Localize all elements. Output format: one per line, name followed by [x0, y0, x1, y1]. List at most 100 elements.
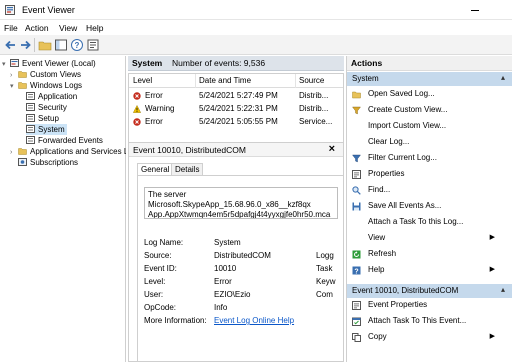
log-icon — [26, 114, 35, 122]
menu-file[interactable]: File — [4, 23, 18, 33]
filter-icon — [352, 154, 361, 163]
collapse-up-icon[interactable]: ▴ — [501, 73, 505, 82]
actions-section-system[interactable]: System ▴ — [347, 72, 512, 86]
general-tab-panel: The server Microsoft.SkypeApp_15.68.96.0… — [137, 175, 343, 362]
table-row[interactable]: Warning 5/24/2021 5:22:31 PM Distrib... — [129, 103, 343, 115]
action-find[interactable]: Find... — [347, 184, 512, 197]
prop-value: Error — [214, 277, 232, 286]
folder-icon — [18, 71, 27, 78]
minimize-button[interactable] — [468, 4, 482, 16]
menu-bar: File Action View Help — [0, 20, 512, 35]
prop-label: Event ID: — [144, 264, 177, 273]
event-log-online-help-link[interactable]: Event Log Online Help — [214, 316, 294, 325]
back-icon[interactable] — [4, 38, 18, 52]
folder-up-icon[interactable] — [38, 38, 52, 52]
action-import-custom-view[interactable]: Import Custom View... — [347, 120, 512, 133]
event-count: Number of events: 9,536 — [172, 58, 266, 68]
action-filter-current-log[interactable]: Filter Current Log... — [347, 152, 512, 165]
column-separator[interactable] — [195, 74, 196, 88]
table-header: Level Date and Time Source — [129, 74, 343, 88]
tree-log-setup[interactable]: Setup — [26, 113, 59, 124]
action-create-custom-view[interactable]: Create Custom View... — [347, 104, 512, 117]
log-name: System — [132, 58, 163, 68]
action-attach-task-to-event[interactable]: Attach Task To This Event... — [347, 315, 512, 328]
menu-view[interactable]: View — [59, 23, 77, 33]
prop-label-secondary: Task — [316, 264, 333, 273]
tree-log-system[interactable]: System — [26, 124, 67, 135]
table-row[interactable]: Error 5/24/2021 5:27:49 PM Distrib... — [129, 90, 343, 102]
event-detail-title: Event 10010, DistributedCOM — [133, 145, 246, 155]
prop-value: Info — [214, 303, 228, 312]
action-attach-task-to-log[interactable]: Attach a Task To this Log... — [347, 216, 512, 229]
warning-icon — [133, 105, 141, 113]
window-title: Event Viewer — [22, 5, 75, 15]
column-source[interactable]: Source — [299, 76, 324, 85]
event-viewer-icon — [5, 5, 15, 15]
prop-label: Source: — [144, 251, 172, 260]
action-view[interactable]: View ▶ — [347, 232, 512, 245]
log-icon — [26, 125, 35, 133]
folder-open-icon — [352, 91, 361, 99]
show-hide-tree-icon[interactable] — [54, 38, 68, 52]
tree-log-security[interactable]: Security — [26, 102, 67, 113]
action-open-saved-log[interactable]: Open Saved Log... — [347, 88, 512, 101]
column-date-time[interactable]: Date and Time — [199, 76, 251, 85]
close-icon[interactable]: × — [329, 143, 335, 155]
prop-label: Level: — [144, 277, 166, 286]
log-icon — [26, 103, 35, 111]
folder-icon — [18, 82, 27, 89]
prop-value: 10010 — [214, 264, 237, 273]
action-clear-log[interactable]: Clear Log... — [347, 136, 512, 149]
find-icon — [352, 186, 361, 195]
tree-log-forwarded-events[interactable]: Forwarded Events — [26, 135, 103, 146]
collapse-up-icon[interactable]: ▴ — [501, 285, 505, 294]
tree-root[interactable]: ▾ Event Viewer (Local) — [2, 58, 96, 69]
error-icon — [133, 118, 141, 126]
actions-pane: Actions System ▴ Open Saved Log... Creat… — [346, 56, 512, 362]
tree-log-application[interactable]: Application — [26, 91, 77, 102]
collapse-icon[interactable]: ▾ — [2, 59, 10, 70]
toolbar-separator — [34, 38, 35, 52]
submenu-arrow-icon: ▶ — [489, 266, 495, 273]
tree-custom-views[interactable]: › Custom Views — [10, 69, 81, 80]
svg-text:?: ? — [75, 41, 80, 50]
actions-section-event[interactable]: Event 10010, DistributedCOM ▴ — [347, 284, 512, 298]
submenu-arrow-icon: ▶ — [489, 234, 495, 241]
properties-icon[interactable] — [86, 38, 100, 52]
actions-title: Actions — [347, 56, 512, 71]
properties-icon — [352, 301, 361, 310]
forward-icon[interactable] — [18, 38, 32, 52]
filter-icon — [352, 106, 361, 115]
log-icon — [26, 92, 35, 100]
menu-help[interactable]: Help — [86, 23, 103, 33]
toolbar: ? — [0, 35, 512, 55]
svg-text:?: ? — [354, 268, 358, 275]
action-refresh[interactable]: Refresh — [347, 248, 512, 261]
folder-icon — [18, 148, 27, 155]
properties-icon — [352, 170, 361, 179]
expand-icon[interactable]: › — [10, 147, 18, 157]
action-event-properties[interactable]: Event Properties — [347, 299, 512, 312]
tree-windows-logs[interactable]: ▾ Windows Logs — [10, 80, 82, 91]
tab-details[interactable]: Details — [171, 163, 204, 175]
prop-value: System — [214, 238, 241, 247]
prop-label-secondary: Com — [316, 290, 333, 299]
task-icon — [352, 317, 361, 326]
column-level[interactable]: Level — [133, 76, 152, 85]
center-pane: System Number of events: 9,536 Level Dat… — [128, 56, 344, 362]
copy-icon — [352, 333, 361, 342]
action-help[interactable]: ? Help ▶ — [347, 264, 512, 277]
action-properties[interactable]: Properties — [347, 168, 512, 181]
action-save-all-events[interactable]: Save All Events As... — [347, 200, 512, 213]
help-icon[interactable]: ? — [70, 38, 84, 52]
help-icon: ? — [352, 266, 361, 275]
table-row[interactable]: Error 5/24/2021 5:05:55 PM Service... — [129, 116, 343, 128]
event-message[interactable]: The server Microsoft.SkypeApp_15.68.96.0… — [144, 187, 338, 219]
save-icon — [352, 202, 361, 211]
column-separator[interactable] — [295, 74, 296, 88]
menu-action[interactable]: Action — [25, 23, 49, 33]
action-copy[interactable]: Copy ▶ — [347, 331, 512, 344]
tree-apps-services-logs[interactable]: › Applications and Services Lo — [10, 146, 126, 157]
tree-subscriptions[interactable]: Subscriptions — [18, 157, 78, 168]
collapse-icon[interactable]: ▾ — [10, 81, 18, 92]
